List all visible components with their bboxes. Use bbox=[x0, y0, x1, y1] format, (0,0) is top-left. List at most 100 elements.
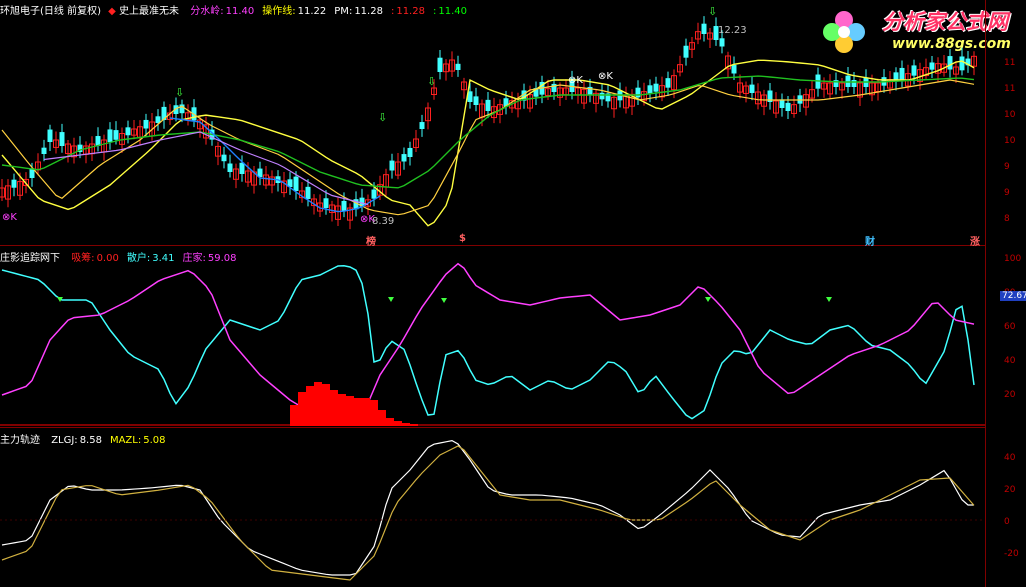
candle-body-down bbox=[959, 56, 965, 71]
p1-axis-tick-3: 10 bbox=[1004, 136, 1016, 146]
accumulation-bar bbox=[362, 398, 370, 426]
candle-body-down bbox=[665, 78, 671, 88]
candle-body-down bbox=[599, 92, 605, 100]
candle-body-down bbox=[113, 130, 119, 140]
candle-body-down bbox=[851, 80, 857, 87]
candle-body-down bbox=[11, 179, 17, 188]
accumulation-bar bbox=[306, 386, 314, 426]
candle-body-down bbox=[731, 64, 737, 74]
panel2-field-value-1: 3.41 bbox=[152, 253, 175, 264]
candle-body-down bbox=[341, 200, 347, 211]
panel2-field-value-2: 59.08 bbox=[207, 253, 237, 264]
candle-body-down bbox=[437, 57, 443, 72]
signal-triangle-icon bbox=[705, 297, 711, 302]
panel2-current-value: 72.67 bbox=[1000, 291, 1026, 301]
p1-axis-tick-2: 10 bbox=[1004, 110, 1016, 120]
accumulation-bar bbox=[290, 405, 298, 426]
high-price-label: 12.23 bbox=[718, 25, 747, 36]
accumulation-bar bbox=[322, 384, 330, 426]
panel2-field-label-1: 散户: bbox=[126, 253, 151, 264]
candle-body-down bbox=[125, 127, 131, 136]
candle-body-down bbox=[227, 163, 233, 172]
zlgj-line bbox=[1, 439, 974, 576]
candle-body-down bbox=[647, 85, 653, 94]
panel2-field-label-0: 吸筹: bbox=[71, 253, 95, 264]
signal-triangle-icon bbox=[441, 298, 447, 303]
event-marker-3[interactable]: 涨 bbox=[970, 233, 980, 248]
p1-axis-tick-4: 9 bbox=[1004, 162, 1010, 172]
candle-body-down bbox=[143, 119, 149, 129]
panel2-header: 庄影追踪网下 吸筹: 0.00 散户: 3.41 庄家: 59.08 bbox=[0, 249, 236, 264]
candle-body-down bbox=[779, 99, 785, 108]
candle-body-down bbox=[455, 63, 461, 70]
panel3-field-label-1: MAZL: bbox=[109, 435, 142, 446]
panel3-header: 主力轨迹 ZLGJ: 8.58 MAZL: 5.08 bbox=[0, 431, 165, 446]
p1-axis-tick-1: 11 bbox=[1004, 84, 1016, 94]
p1-axis-tick-6: 8 bbox=[1004, 214, 1010, 224]
candle-body-down bbox=[719, 38, 725, 47]
accumulation-bar bbox=[338, 394, 346, 426]
accumulation-bar bbox=[314, 382, 322, 426]
candle-body-down bbox=[107, 129, 113, 142]
candle-body-down bbox=[749, 84, 755, 93]
k-signal-left: ⊗K bbox=[2, 212, 17, 223]
candle-body-down bbox=[419, 122, 425, 129]
candle-body-down bbox=[221, 154, 227, 162]
k-signal-mid1: ⊗K bbox=[568, 75, 583, 86]
candle-body-down bbox=[389, 160, 395, 171]
candle-body-down bbox=[41, 147, 47, 154]
low-price-label: 8.39 bbox=[372, 216, 395, 227]
candlestick-panel[interactable]: ⇩ ⇩ ⇩ ⇩ bbox=[0, 0, 1026, 587]
accumulation-bar bbox=[354, 398, 362, 426]
accumulation-bar bbox=[346, 396, 354, 426]
p3-axis-tick-3: -20 bbox=[1004, 549, 1019, 559]
candle-body-down bbox=[701, 23, 707, 34]
panel2-fields: 吸筹: 0.00 散户: 3.41 庄家: 59.08 bbox=[63, 253, 236, 264]
p2-axis-tick-0: 100 bbox=[1004, 254, 1022, 264]
candle-body-down bbox=[473, 96, 479, 105]
panel3-field-label-0: ZLGJ: bbox=[51, 435, 78, 446]
signal-triangle-icon bbox=[388, 297, 394, 302]
accumulation-bar bbox=[378, 410, 386, 426]
panel2-title[interactable]: 庄影追踪网下 bbox=[0, 253, 60, 264]
panel3-title[interactable]: 主力轨迹 bbox=[0, 435, 40, 446]
k-signal-mid2: ⊗K bbox=[598, 71, 613, 82]
down-arrow-icon: ⇩ bbox=[378, 111, 387, 124]
down-arrow-icon: ⇩ bbox=[175, 86, 184, 99]
candle-body-down bbox=[653, 83, 659, 92]
candle-body-down bbox=[239, 162, 245, 174]
candle-body-down bbox=[47, 129, 53, 142]
event-marker-1[interactable]: $ bbox=[459, 233, 466, 244]
candle-body-down bbox=[785, 102, 791, 111]
down-arrow-icon: ⇩ bbox=[427, 75, 436, 88]
candle-body-down bbox=[59, 132, 65, 146]
candle-body-down bbox=[911, 65, 917, 76]
p3-axis-tick-0: 40 bbox=[1004, 453, 1016, 463]
panel3-field-value-0: 8.58 bbox=[79, 435, 102, 446]
candle-body-down bbox=[371, 189, 377, 199]
event-marker-0[interactable]: 榜 bbox=[366, 233, 376, 248]
p3-axis-tick-1: 20 bbox=[1004, 485, 1016, 495]
candle-body-down bbox=[293, 176, 299, 191]
p2-axis-tick-4: 20 bbox=[1004, 390, 1016, 400]
candle-body-down bbox=[899, 67, 905, 80]
candle-body-down bbox=[485, 99, 491, 111]
p1-axis-tick-5: 9 bbox=[1004, 188, 1010, 198]
down-arrow-icon: ⇩ bbox=[708, 5, 717, 18]
panel2-field-value-0: 0.00 bbox=[96, 253, 119, 264]
candle-body-down bbox=[635, 87, 641, 98]
accumulation-bar bbox=[330, 390, 338, 426]
candle-body-down bbox=[683, 45, 689, 58]
candle-body-down bbox=[305, 186, 311, 199]
event-marker-2[interactable]: 财 bbox=[865, 233, 875, 248]
p3-axis-tick-2: 0 bbox=[1004, 517, 1010, 527]
candle-body-down bbox=[929, 62, 935, 70]
candle-body-down bbox=[407, 147, 413, 157]
p2-axis-tick-2: 60 bbox=[1004, 322, 1016, 332]
candle-body-down bbox=[323, 198, 329, 208]
accumulation-bar bbox=[298, 392, 306, 426]
candle-body-down bbox=[947, 56, 953, 70]
dealer-line bbox=[1, 262, 975, 419]
panel3-fields: ZLGJ: 8.58 MAZL: 5.08 bbox=[43, 435, 165, 446]
p1-axis-tick-0: 11 bbox=[1004, 58, 1016, 68]
